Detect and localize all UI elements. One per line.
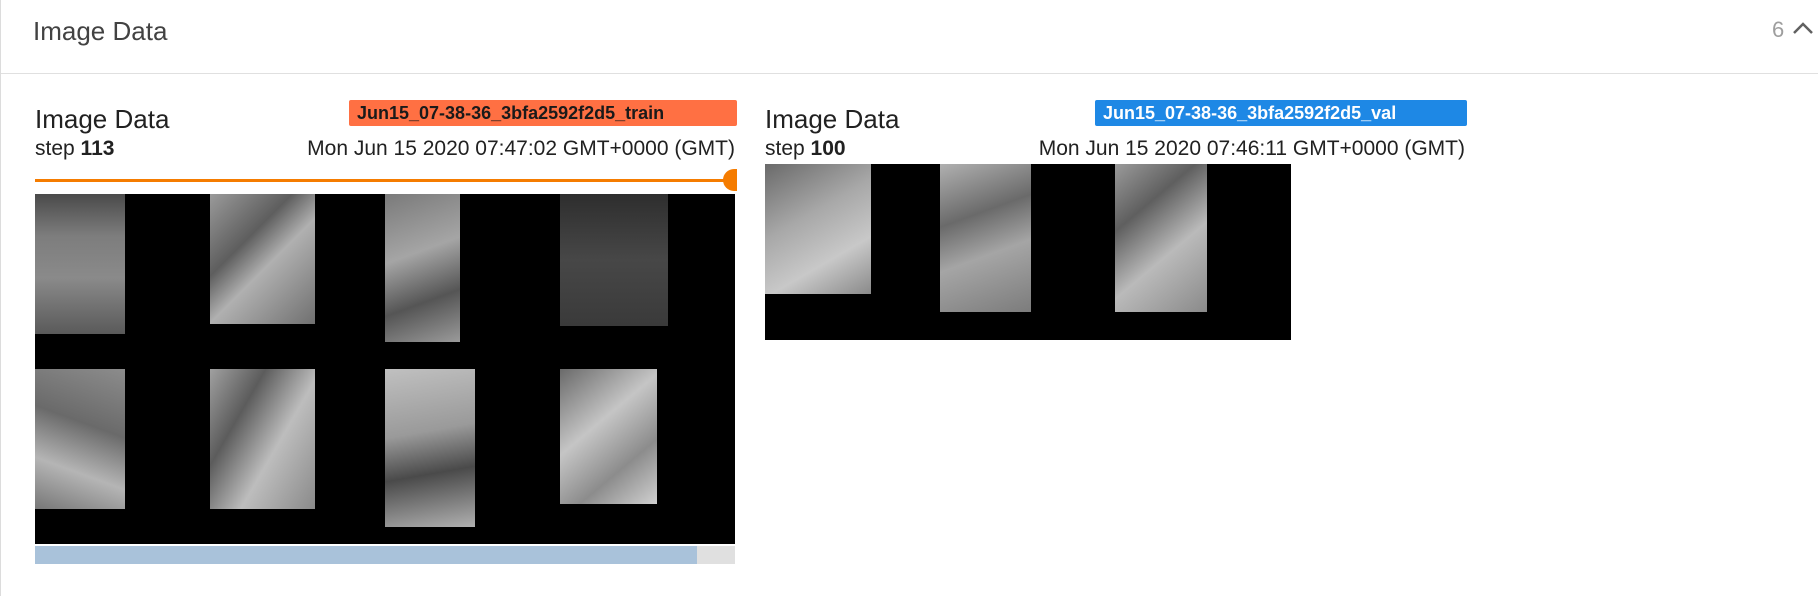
image-data-panel: Image Data 6 Image Data Jun15_07-38-36_3… bbox=[0, 0, 1818, 596]
image-slice bbox=[385, 194, 460, 342]
chevron-up-icon[interactable] bbox=[1791, 20, 1815, 36]
image-card-val: Image Data Jun15_07-38-36_3bfa2592f2d5_v… bbox=[765, 100, 1467, 344]
image-slice bbox=[210, 194, 315, 324]
step-indicator: step 100 bbox=[765, 137, 846, 161]
image-slice bbox=[35, 194, 125, 334]
step-indicator: step 113 bbox=[35, 137, 114, 161]
image-slice bbox=[560, 369, 657, 504]
image-scrollbar-thumb[interactable] bbox=[35, 546, 697, 564]
image-card-train: Image Data Jun15_07-38-36_3bfa2592f2d5_t… bbox=[35, 100, 737, 564]
image-slice bbox=[940, 164, 1031, 312]
run-tag-val: Jun15_07-38-36_3bfa2592f2d5_val bbox=[1095, 100, 1467, 126]
image-slice bbox=[560, 194, 668, 326]
card-title: Image Data bbox=[765, 104, 900, 134]
step-label: step bbox=[765, 137, 805, 160]
step-label: step bbox=[35, 137, 75, 160]
image-slice bbox=[765, 164, 871, 294]
card-title: Image Data bbox=[35, 104, 170, 134]
panel-title: Image Data bbox=[33, 16, 168, 46]
image-slice bbox=[385, 369, 475, 527]
step-value: 100 bbox=[810, 137, 846, 160]
step-slider-handle[interactable] bbox=[723, 169, 737, 191]
image-scrollbar[interactable] bbox=[35, 546, 735, 564]
image-slice bbox=[1115, 164, 1207, 312]
run-tag-train: Jun15_07-38-36_3bfa2592f2d5_train bbox=[349, 100, 737, 126]
image-slice bbox=[210, 369, 315, 509]
panel-header[interactable]: Image Data 6 bbox=[1, 0, 1818, 74]
image-slice bbox=[35, 369, 125, 509]
step-value: 113 bbox=[80, 137, 115, 160]
image-grid-val[interactable] bbox=[765, 164, 1291, 340]
timestamp: Mon Jun 15 2020 07:46:11 GMT+0000 (GMT) bbox=[1038, 137, 1465, 160]
panel-count: 6 bbox=[1772, 17, 1785, 42]
timestamp: Mon Jun 15 2020 07:47:02 GMT+0000 (GMT) bbox=[307, 137, 735, 160]
step-slider[interactable] bbox=[35, 179, 727, 182]
image-grid-train[interactable] bbox=[35, 194, 735, 544]
